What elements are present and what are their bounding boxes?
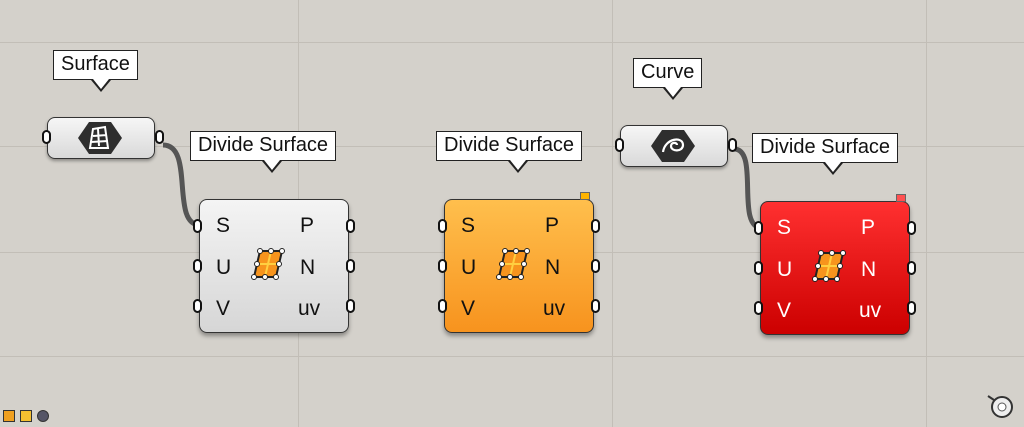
output-label-n: N [545, 256, 561, 279]
output-grip-n[interactable] [591, 259, 600, 273]
output-grip[interactable] [728, 138, 737, 152]
divide-surface-tooltip-text: Divide Surface [198, 134, 329, 156]
divide-surface-icon [496, 248, 530, 280]
input-label-u: U [461, 256, 477, 279]
divide-surface-icon [251, 248, 285, 280]
curve-tooltip-text: Curve [641, 61, 695, 83]
plugin-icon-3[interactable] [37, 410, 49, 422]
output-grip-uv[interactable] [591, 299, 600, 313]
divide-surface-component-normal[interactable]: S U V P N uv [193, 199, 355, 333]
divide-surface-component-error[interactable]: S U V P N uv [754, 194, 916, 335]
output-label-uv: uv [298, 297, 321, 320]
divide-surface-icon [812, 250, 846, 282]
surface-tooltip-text: Surface [61, 53, 130, 75]
output-grip-uv[interactable] [907, 301, 916, 315]
input-label-v: V [216, 297, 231, 320]
output-grip-p[interactable] [346, 219, 355, 233]
warning-flag [580, 192, 590, 200]
input-label-u: U [216, 256, 232, 279]
input-grip-v[interactable] [754, 301, 763, 315]
surface-param[interactable] [42, 117, 164, 159]
divide-surface-tooltip-text: Divide Surface [444, 134, 575, 156]
input-grip-v[interactable] [438, 299, 447, 313]
divide-surface-component-warning[interactable]: S U V P N uv [438, 192, 600, 333]
output-grip-n[interactable] [346, 259, 355, 273]
input-grip-v[interactable] [193, 299, 202, 313]
divide-surface-tooltip-3: Divide Surface [752, 133, 899, 163]
input-grip[interactable] [42, 130, 51, 144]
tooltip-pointer [91, 78, 111, 92]
output-grip-uv[interactable] [346, 299, 355, 313]
input-label-v: V [461, 297, 476, 320]
input-label-v: V [777, 299, 792, 322]
input-label-s: S [461, 214, 476, 237]
output-grip-n[interactable] [907, 261, 916, 275]
tooltip-pointer [823, 161, 843, 175]
output-label-n: N [300, 256, 316, 279]
input-grip-u[interactable] [438, 259, 447, 273]
tooltip-pointer [663, 86, 683, 100]
tooltip-pointer [508, 159, 528, 173]
input-grip-u[interactable] [754, 261, 763, 275]
divide-surface-tooltip-1: Divide Surface [190, 131, 337, 161]
output-label-p: P [545, 214, 560, 237]
output-grip-p[interactable] [591, 219, 600, 233]
output-label-p: P [861, 216, 876, 239]
output-grip[interactable] [155, 130, 164, 144]
output-grip-p[interactable] [907, 221, 916, 235]
navigation-widget-icon[interactable] [984, 392, 1018, 422]
input-grip-s[interactable] [193, 219, 202, 233]
input-label-u: U [777, 258, 793, 281]
output-label-uv: uv [859, 299, 882, 322]
curve-param[interactable] [615, 125, 737, 167]
input-label-s: S [216, 214, 231, 237]
input-label-s: S [777, 216, 792, 239]
output-label-n: N [861, 258, 877, 281]
curve-tooltip: Curve [633, 58, 703, 88]
curve-param-icon [651, 130, 695, 162]
input-grip-s[interactable] [754, 221, 763, 235]
surface-param-icon [78, 122, 122, 154]
surface-tooltip: Surface [53, 50, 138, 80]
divide-surface-tooltip-text: Divide Surface [760, 136, 891, 158]
input-grip-u[interactable] [193, 259, 202, 273]
plugin-icon-1[interactable] [3, 410, 15, 422]
input-grip-s[interactable] [438, 219, 447, 233]
divide-surface-tooltip-2: Divide Surface [436, 131, 583, 161]
grasshopper-canvas[interactable]: Surface Divide Surface S U V P N uv Divi… [0, 0, 1024, 427]
error-flag [896, 194, 906, 202]
output-label-p: P [300, 214, 315, 237]
input-grip[interactable] [615, 138, 624, 152]
output-label-uv: uv [543, 297, 566, 320]
plugin-icon-2[interactable] [20, 410, 32, 422]
tooltip-pointer [262, 159, 282, 173]
